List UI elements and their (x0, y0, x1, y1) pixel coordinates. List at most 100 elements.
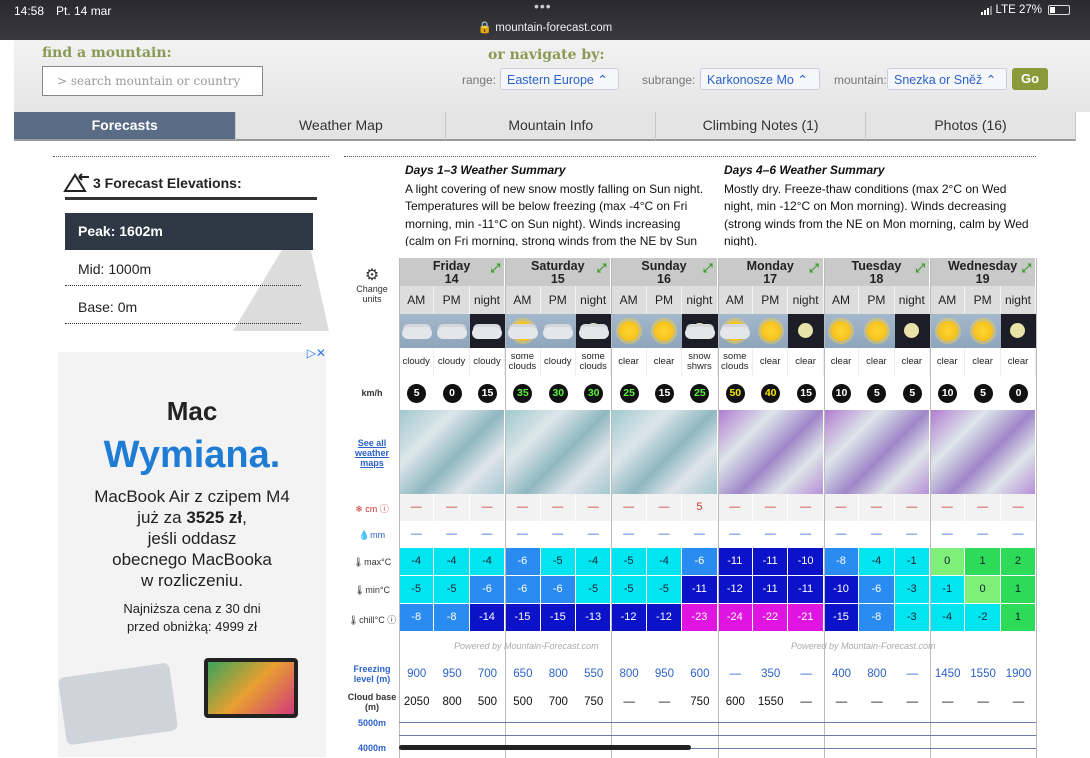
expand-icon[interactable]: ⤢ (1022, 262, 1032, 275)
main-tabs: Forecasts Weather Map Mountain Info Clim… (14, 112, 1076, 141)
min-temp-value: -5 (576, 576, 612, 603)
period-label: night (576, 286, 612, 314)
period-label: PM (434, 286, 470, 314)
altitude-4000-label: 4000m (357, 743, 387, 753)
freezing-level-value: 900 (407, 668, 427, 680)
weather-map-thumbnail[interactable] (717, 410, 824, 494)
period-label: PM (859, 286, 895, 314)
min-temp-value: -6 (859, 576, 895, 603)
see-all-maps-link[interactable]: See all weather maps (346, 438, 398, 468)
weather-icon (540, 314, 576, 348)
snow-value: — (788, 494, 824, 521)
ad-headline: Wymiana. (103, 434, 281, 476)
go-button[interactable]: Go (1012, 68, 1048, 90)
day-number: 18 (869, 272, 884, 286)
change-units-button[interactable]: ⚙ Change units (346, 268, 398, 305)
weather-map-thumbnail[interactable] (399, 410, 506, 494)
wind-speed-icon: 5 (902, 383, 922, 403)
weather-map-thumbnail[interactable] (505, 410, 612, 494)
weather-icon (930, 314, 966, 348)
cloud-icon (437, 327, 468, 339)
url-bar[interactable]: 🔒 mountain-forecast.com (0, 20, 1090, 34)
day-divider (717, 258, 719, 758)
weather-map-thumbnail[interactable] (823, 410, 930, 494)
info-icon[interactable]: ⓘ (380, 504, 389, 514)
rain-value: — (682, 521, 718, 548)
ad-choices-icon[interactable]: ▷✕ (307, 346, 326, 360)
search-input[interactable]: > search mountain or country (42, 66, 263, 96)
rain-value: — (540, 521, 576, 548)
expand-icon[interactable]: ⤢ (809, 262, 819, 275)
day-header: Sunday 16 ⤢ (611, 258, 718, 286)
signal-icon (980, 5, 992, 15)
day-number: 16 (657, 272, 671, 286)
ad-laptop-stickers-image (57, 662, 179, 746)
moon-icon (798, 323, 814, 338)
max-temp-value: -11 (717, 548, 753, 575)
ad-line: MacBook Air z czipem M4 (94, 487, 290, 506)
rain-value: — (717, 521, 753, 548)
wind-indicator: 30 (541, 378, 576, 408)
weather-description: clear (611, 348, 647, 376)
tab-forecasts[interactable]: Forecasts (14, 112, 237, 141)
tab-weather-map[interactable]: Weather Map (236, 112, 447, 141)
tab-photos[interactable]: Photos (16) (866, 112, 1076, 141)
range-select[interactable]: Eastern Europe ⌃ (500, 68, 619, 90)
expand-icon[interactable]: ⤢ (703, 262, 713, 275)
base-elevation-option[interactable]: Base: 0m (65, 291, 301, 324)
chill-temp-value: -4 (930, 604, 966, 631)
wind-speed-icon: 5 (407, 383, 427, 403)
weather-map-thumbnail[interactable] (930, 410, 1037, 494)
min-temp-value: -10 (823, 576, 860, 603)
period-label: AM (611, 286, 647, 314)
period-label: PM (540, 286, 576, 314)
max-temp-value: -4 (469, 548, 506, 575)
rain-value: — (930, 521, 966, 548)
tab-climbing-notes[interactable]: Climbing Notes (1) (656, 112, 867, 141)
chill-temp-value: 1 (1000, 604, 1037, 631)
info-icon[interactable]: ⓘ (387, 615, 396, 625)
day-divider (930, 258, 931, 758)
min-temp-value: -3 (894, 576, 930, 603)
day-number: 14 (444, 272, 459, 286)
mid-elevation-option[interactable]: Mid: 1000m (65, 253, 301, 286)
freezing-level-value: 350 (761, 668, 781, 680)
wind-speed-icon: 15 (796, 383, 816, 403)
more-dots-icon[interactable]: ••• (534, 0, 552, 14)
max-temp-value: -6 (682, 548, 718, 575)
cloud-base-value: 750 (690, 696, 710, 708)
chill-temp-value: -15 (540, 604, 576, 631)
rain-value: — (505, 521, 541, 548)
mountain-select[interactable]: Snezka or Sněž ⌃ (887, 68, 1007, 90)
weather-icon (505, 314, 541, 348)
wind-indicator: 5 (859, 378, 894, 408)
tab-mountain-info[interactable]: Mountain Info (446, 112, 657, 141)
weather-icon (788, 314, 824, 348)
cloud-icon (507, 327, 538, 339)
weather-description: clear (965, 348, 1001, 376)
period-label: night (1000, 286, 1037, 314)
max-temp-value: -8 (823, 548, 860, 575)
wind-indicator: 0 (434, 378, 469, 408)
moon-icon (904, 323, 920, 338)
expand-icon[interactable]: ⤢ (597, 262, 607, 275)
altitude-5000-label: 5000m (357, 718, 387, 728)
weather-map-thumbnail[interactable] (611, 410, 718, 494)
expand-icon[interactable]: ⤢ (491, 262, 501, 275)
rain-icon: 💧 (358, 530, 371, 540)
advertisement[interactable]: ▷✕ Mac Wymiana. MacBook Air z czipem M4 … (57, 346, 326, 757)
ad-line: przed obniżką: 4999 zł (126, 619, 258, 634)
subrange-select[interactable]: Karkonosze Mo ⌃ (700, 68, 820, 90)
summary-title: Days 4–6 Weather Summary (724, 163, 885, 177)
ad-macbook-image (204, 658, 298, 718)
expand-icon[interactable]: ⤢ (915, 262, 925, 275)
cloud-base-value: — (835, 696, 848, 708)
ad-brand-text: Mac (166, 396, 218, 426)
snow-value: — (540, 494, 576, 521)
peak-elevation-option[interactable]: Peak: 1602m (65, 213, 313, 250)
cloud-base-label: Cloud base (m) (347, 692, 397, 712)
horizontal-scrollbar[interactable] (399, 745, 691, 750)
max-temp-value: -4 (859, 548, 895, 575)
max-temp-value: -10 (788, 548, 824, 575)
sun-icon (619, 321, 640, 341)
